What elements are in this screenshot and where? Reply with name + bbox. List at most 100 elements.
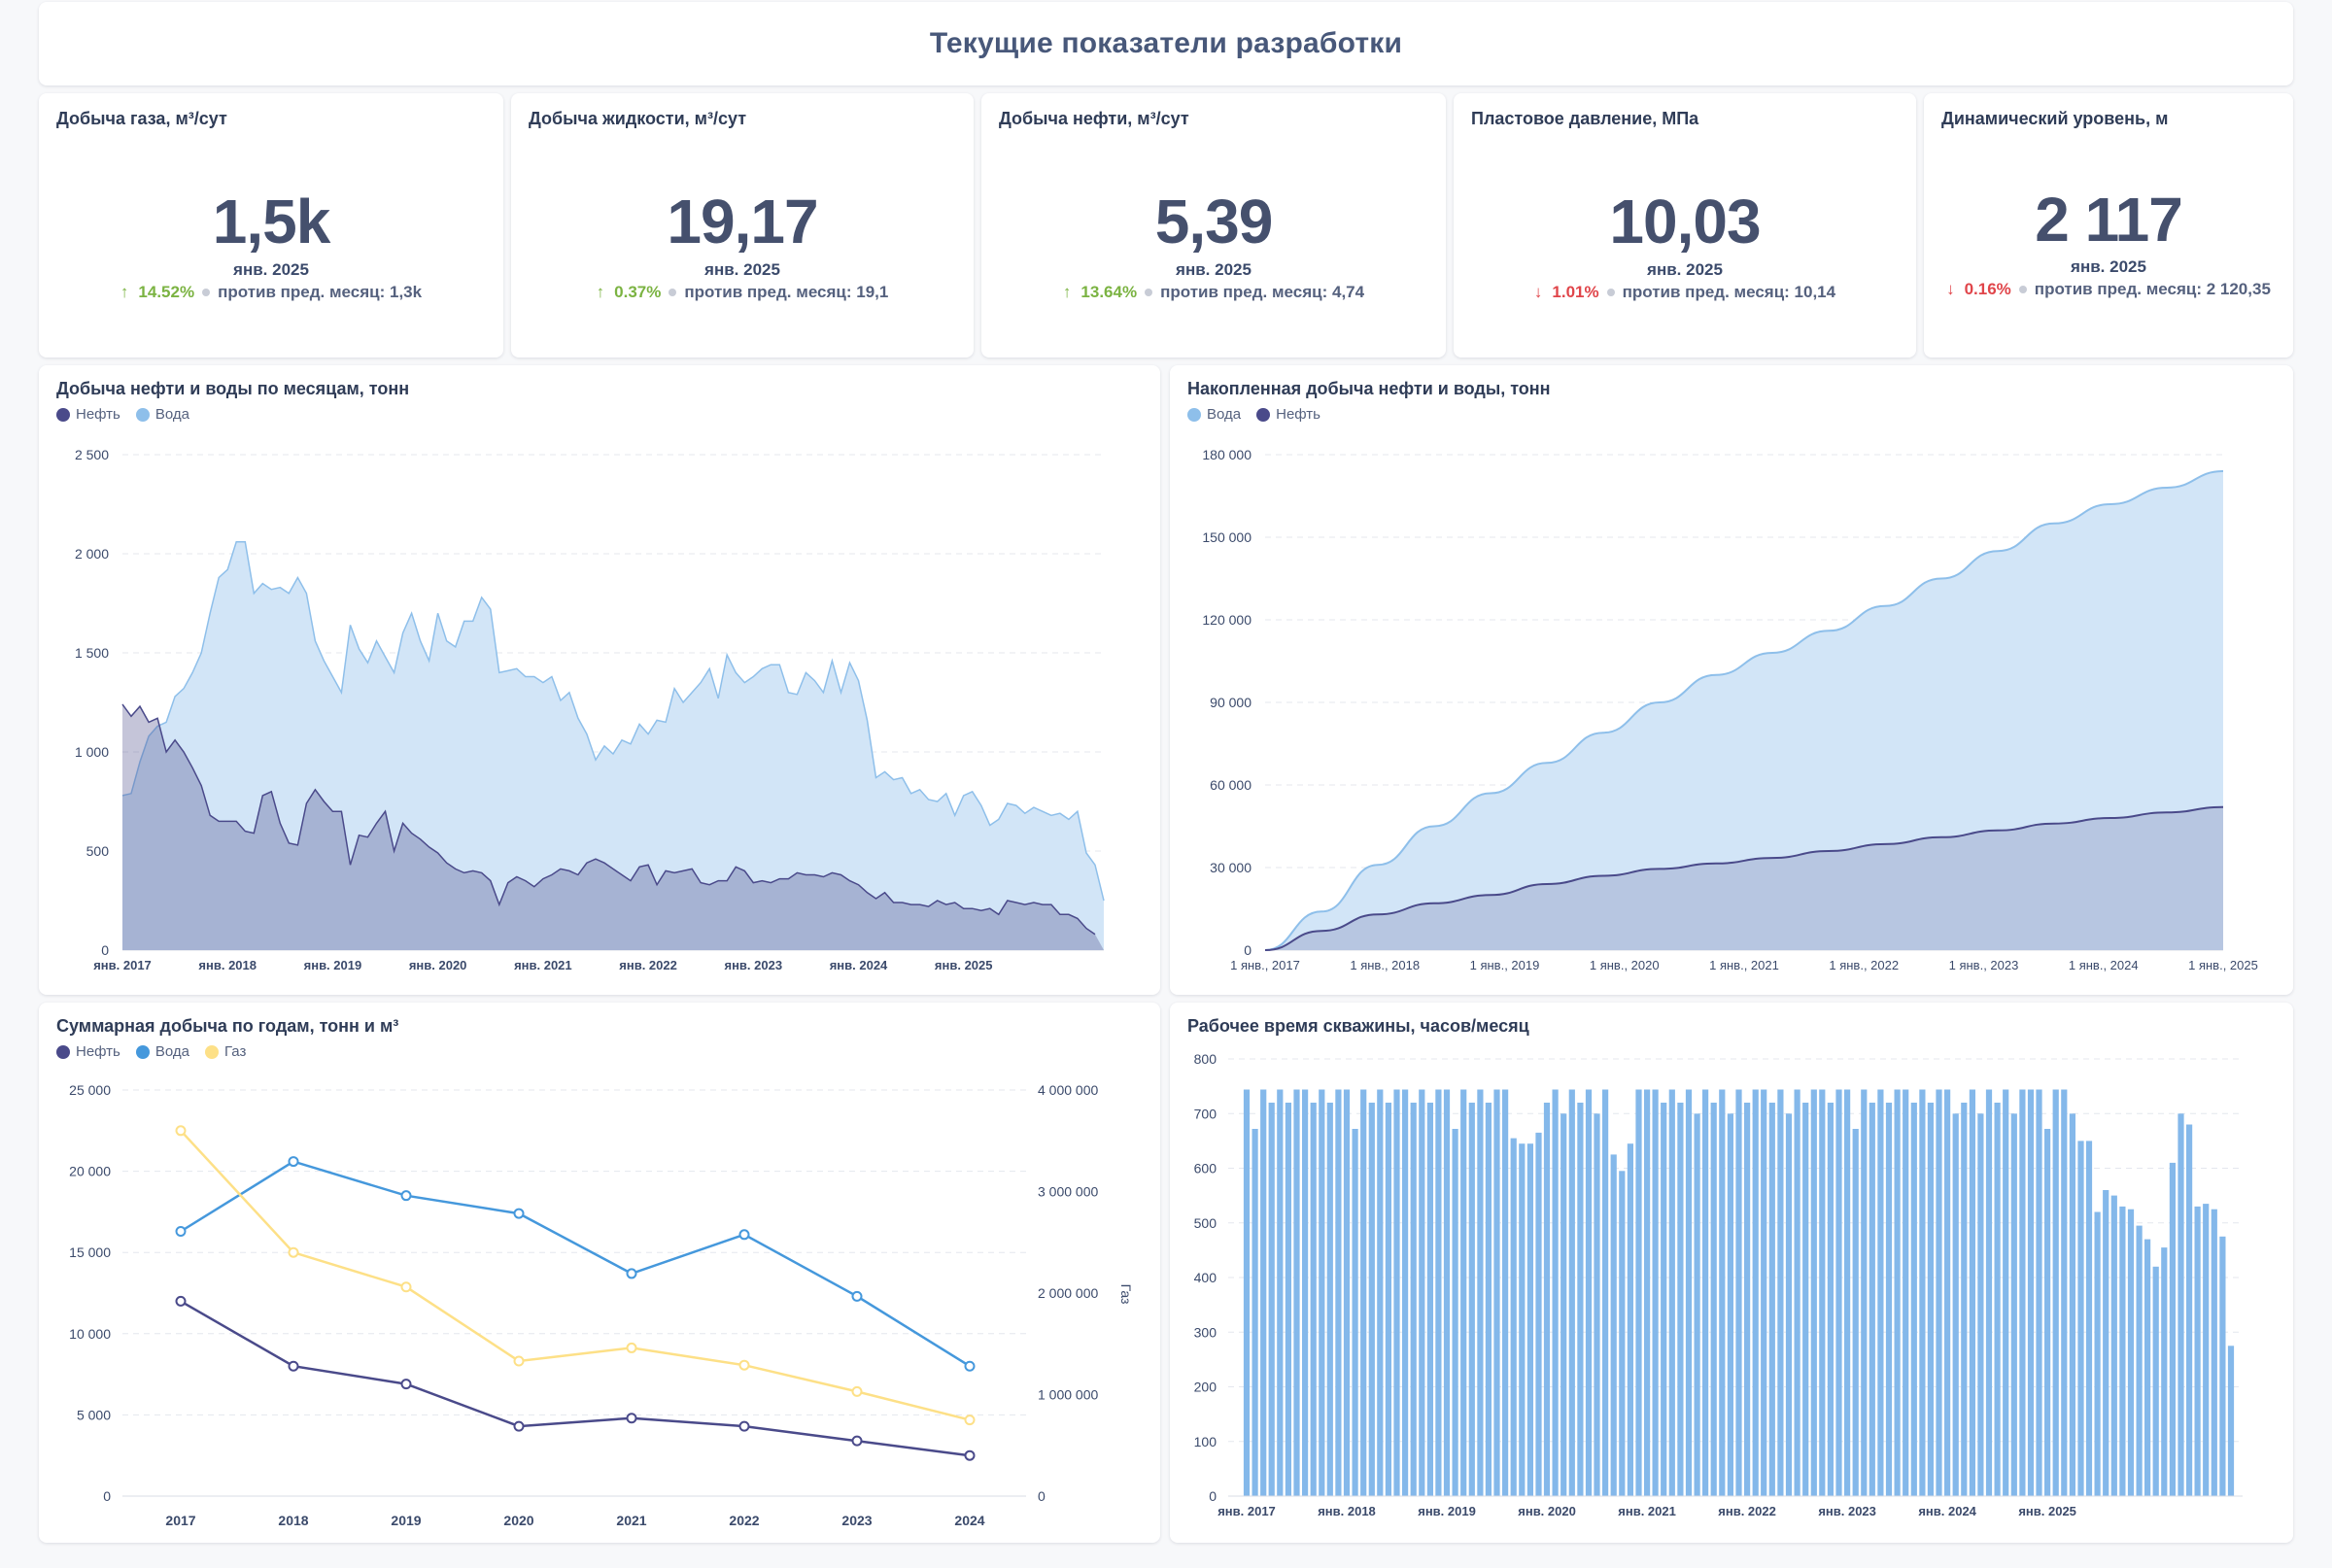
- yearly-line-chart[interactable]: 0 5 000 10 000 15 000 20 000 25 000 0 1 000 000…: [39, 1003, 1160, 1543]
- y-tick-label: 60 000: [1210, 777, 1252, 793]
- y-tick-label: 2 500: [75, 447, 109, 462]
- bar: [1360, 1089, 1367, 1496]
- bar: [1243, 1089, 1251, 1496]
- bar: [1435, 1089, 1442, 1496]
- kpi-card-oil: Добыча нефти, м³/сут 5,39 янв. 2025 ↑ 13.…: [981, 93, 1446, 358]
- bar: [2186, 1124, 2193, 1496]
- bar: [1919, 1089, 1926, 1496]
- kpi-date: янв. 2025: [704, 260, 780, 279]
- kpi-date: янв. 2025: [2071, 257, 2146, 276]
- bar: [1485, 1103, 1492, 1496]
- x-tick-label: янв. 2021: [1618, 1504, 1676, 1518]
- y-tick-label: 150 000: [1202, 529, 1252, 545]
- bar: [1819, 1089, 1826, 1496]
- bar: [1894, 1089, 1901, 1496]
- x-tick-label: янв. 2023: [1818, 1504, 1876, 1518]
- kpi-date: янв. 2025: [1176, 260, 1252, 279]
- bar: [2227, 1346, 2235, 1496]
- bar: [1644, 1089, 1651, 1496]
- bar: [1677, 1103, 1684, 1496]
- x-tick-label: 1 янв., 2019: [1470, 958, 1540, 972]
- x-tick-label: янв. 2018: [1318, 1504, 1376, 1518]
- kpi-card-gas: Добыча газа, м³/сут 1,5k янв. 2025 ↑ 14.5…: [39, 93, 503, 358]
- series-line-gas: [180, 1129, 971, 1421]
- bar: [1260, 1089, 1267, 1496]
- bar: [1326, 1103, 1333, 1496]
- bar: [2203, 1204, 2210, 1496]
- bar: [2036, 1089, 2042, 1496]
- bar: [1468, 1103, 1475, 1496]
- data-point-oil: [626, 1413, 637, 1424]
- x-tick-label: 1 янв., 2021: [1709, 958, 1779, 972]
- arrow-up-icon: ↑: [596, 283, 605, 301]
- working-hours-bar-chart[interactable]: 0 100 200 300 400 500 600 700 800 янв. 2017 янв. 2…: [1170, 1003, 2293, 1543]
- bar: [1869, 1103, 1875, 1496]
- kpi-card-pressure: Пластовое давление, МПа 10,03 янв. 2025 …: [1454, 93, 1916, 358]
- kpi-compare: против пред. месяц: 19,1: [684, 283, 889, 301]
- bar: [1652, 1089, 1659, 1496]
- bar: [1961, 1103, 1968, 1496]
- y2-axis-label: Газ: [1118, 1284, 1134, 1305]
- cumulative-area-chart[interactable]: 0 30 000 60 000 90 000 120 000 150 000 180 000…: [1170, 365, 2293, 995]
- kpi-delta-percent: 14.52%: [138, 283, 195, 301]
- separator-dot-icon: [1145, 288, 1153, 296]
- bar: [2110, 1195, 2117, 1496]
- x-tick-label: янв. 2022: [1718, 1504, 1776, 1518]
- y-tick-label: 400: [1194, 1270, 1217, 1285]
- x-tick-label: 1 янв., 2020: [1590, 958, 1660, 972]
- y-tick-label: 180 000: [1202, 447, 1252, 462]
- bar: [2085, 1141, 2093, 1496]
- x-tick-label: 1 янв., 2023: [1949, 958, 2019, 972]
- y2-tick-label: 2 000 000: [1038, 1285, 1098, 1301]
- kpi-delta: ↑ 0.37% против пред. месяц: 19,1: [511, 283, 974, 302]
- separator-dot-icon: [2018, 285, 2027, 293]
- kpi-delta: ↑ 14.52% против пред. месяц: 1,3k: [39, 283, 503, 302]
- data-point-oil: [175, 1295, 187, 1307]
- bar: [1635, 1089, 1642, 1496]
- bar: [1302, 1089, 1309, 1496]
- y2-tick-label: 3 000 000: [1038, 1184, 1098, 1200]
- kpi-delta: ↑ 13.64% против пред. месяц: 4,74: [981, 283, 1446, 302]
- bar: [2169, 1162, 2176, 1496]
- kpi-compare: против пред. месяц: 1,3k: [218, 283, 423, 301]
- bar: [1685, 1089, 1693, 1496]
- kpi-title: Добыча газа, м³/сут: [56, 109, 227, 128]
- x-tick-label: янв. 2023: [724, 958, 782, 972]
- bar: [1293, 1089, 1300, 1496]
- kpi-value: 10,03: [1609, 187, 1761, 256]
- bar: [2061, 1089, 2068, 1496]
- x-tick-label: янв. 2021: [514, 958, 572, 972]
- data-point-gas: [288, 1246, 299, 1258]
- bar: [2010, 1113, 2017, 1497]
- data-point-water: [851, 1290, 863, 1302]
- monthly-area-chart[interactable]: 0 500 1 000 1 500 2 000 2 500 янв. 2017 янв. 20…: [39, 365, 1160, 995]
- x-tick-label: 1 янв., 2017: [1230, 958, 1300, 972]
- arrow-down-icon: ↓: [1533, 283, 1543, 301]
- arrow-up-icon: ↑: [120, 283, 129, 301]
- bar: [1903, 1089, 1909, 1496]
- x-tick-label: 1 янв., 2025: [2188, 958, 2258, 972]
- bar: [1510, 1138, 1517, 1496]
- x-tick-label: янв. 2024: [830, 958, 888, 972]
- x-tick-label: 2017: [165, 1513, 195, 1528]
- data-point-gas: [738, 1359, 750, 1371]
- data-point-gas: [851, 1385, 863, 1397]
- arrow-down-icon: ↓: [1946, 280, 1955, 298]
- x-tick-label: янв. 2020: [409, 958, 467, 972]
- bar: [1768, 1103, 1775, 1496]
- kpi-title: Пластовое давление, МПа: [1471, 109, 1699, 128]
- kpi-value: 1,5k: [212, 187, 331, 256]
- x-tick-label: 2023: [841, 1513, 872, 1528]
- bar: [2044, 1129, 2051, 1496]
- y-tick-label: 1 500: [75, 645, 109, 661]
- bar: [1694, 1113, 1700, 1497]
- kpi-delta: ↓ 0.16% против пред. месяц: 2 120,35: [1924, 280, 2293, 299]
- bar: [1477, 1089, 1484, 1496]
- bar: [1985, 1089, 1993, 1496]
- y-tick-label: 300: [1194, 1324, 1217, 1340]
- data-point-water: [175, 1225, 187, 1237]
- y-tick-label: 100: [1194, 1434, 1217, 1449]
- bar: [1343, 1089, 1351, 1496]
- bar: [2161, 1247, 2168, 1496]
- kpi-title: Добыча жидкости, м³/сут: [529, 109, 747, 128]
